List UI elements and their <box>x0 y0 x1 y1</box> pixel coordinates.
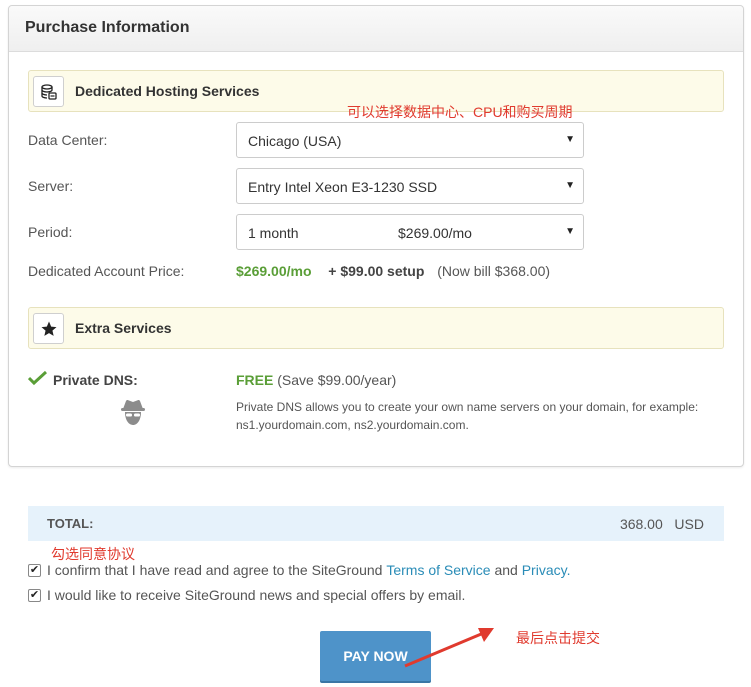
extra-section-header: Extra Services <box>28 307 724 349</box>
dns-save-label: (Save $99.00/year) <box>277 372 397 388</box>
period-select[interactable]: 1 month $269.00/mo ▼ <box>236 214 584 250</box>
price-label: Dedicated Account Price: <box>28 263 185 279</box>
server-select[interactable]: Entry Intel Xeon E3-1230 SSD ▼ <box>236 168 584 204</box>
check-icon <box>27 370 48 389</box>
period-value: 1 month <box>248 225 299 241</box>
data-center-select[interactable]: Chicago (USA) ▼ <box>236 122 584 158</box>
dns-description-line1: Private DNS allows you to create your ow… <box>236 400 699 414</box>
chevron-down-icon: ▼ <box>565 226 575 237</box>
period-price: $269.00/mo <box>398 225 472 241</box>
server-label: Server: <box>28 178 74 194</box>
dns-description: Private DNS allows you to create your ow… <box>236 398 698 434</box>
newsletter-checkbox[interactable]: ✔ <box>28 588 41 602</box>
data-center-value: Chicago (USA) <box>248 133 342 149</box>
newsletter-row: ✔ I would like to receive SiteGround new… <box>28 587 465 603</box>
annotation-arrow-icon <box>404 628 494 668</box>
annotation-choose-options: 可以选择数据中心、CPU和购买周期 <box>347 104 573 120</box>
dns-free-label: FREE <box>236 372 274 388</box>
privacy-link[interactable]: Privacy. <box>522 562 571 578</box>
private-dns-label: Private DNS: <box>53 372 138 388</box>
tos-text: I confirm that I have read and agree to … <box>47 562 383 578</box>
price-bill: (Now bill $368.00) <box>437 263 551 279</box>
terms-of-service-link[interactable]: Terms of Service <box>386 562 490 578</box>
tos-checkbox[interactable]: ✔ <box>28 563 41 577</box>
chevron-down-icon: ▼ <box>565 134 575 145</box>
price-setup: + $99.00 setup <box>328 263 425 279</box>
price-summary: $269.00/mo + $99.00 setup (Now bill $368… <box>236 263 550 279</box>
purchase-panel: Purchase Information Dedicated Hosting S… <box>8 5 744 467</box>
chevron-down-icon: ▼ <box>565 180 575 191</box>
annotation-check-agreement: 勾选同意协议 <box>51 546 135 562</box>
total-value: 368.00 USD <box>619 516 704 532</box>
tos-and: and <box>494 562 518 578</box>
spy-hat-icon <box>120 399 146 430</box>
data-center-label: Data Center: <box>28 132 108 148</box>
page-title: Purchase Information <box>25 19 190 36</box>
total-bar: TOTAL: 368.00 USD <box>28 506 724 541</box>
total-label: TOTAL: <box>47 516 94 531</box>
dns-description-line2: ns1.yourdomain.com, ns2.yourdomain.com. <box>236 418 469 432</box>
annotation-click-submit: 最后点击提交 <box>516 630 600 646</box>
server-value: Entry Intel Xeon E3-1230 SSD <box>248 179 438 195</box>
extra-section-title: Extra Services <box>75 320 172 336</box>
price-monthly: $269.00/mo <box>236 263 312 279</box>
server-stack-icon <box>33 76 64 107</box>
private-dns-price: FREE (Save $99.00/year) <box>236 372 396 388</box>
period-label: Period: <box>28 224 73 240</box>
tos-agree-row: ✔ I confirm that I have read and agree t… <box>28 562 570 578</box>
panel-header: Purchase Information <box>9 6 743 52</box>
star-icon <box>33 313 64 344</box>
newsletter-text: I would like to receive SiteGround news … <box>47 587 466 603</box>
hosting-section-title: Dedicated Hosting Services <box>75 83 260 99</box>
